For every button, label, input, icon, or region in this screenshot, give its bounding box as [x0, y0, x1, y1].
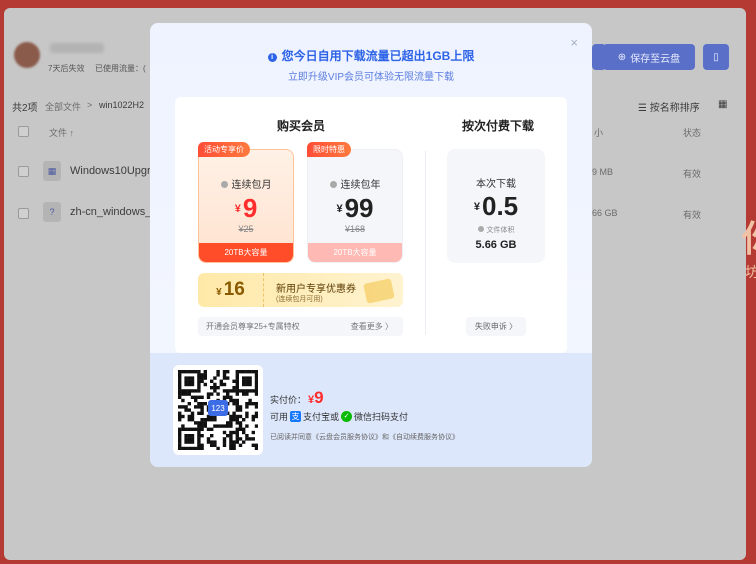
currency: ¥	[216, 287, 222, 298]
sort-button[interactable]: ☰ 按名称排序	[638, 99, 700, 114]
see-more-link[interactable]: 查看更多 〉	[351, 321, 393, 332]
currency: ¥	[473, 201, 480, 213]
ticket-icon	[363, 278, 395, 304]
per-download-label: 本次下载	[476, 179, 516, 190]
phone-icon: ▯	[713, 51, 719, 63]
plan-monthly[interactable]: 活动专享价 连续包月 ¥9 ¥25 20TB大容量	[198, 142, 294, 263]
breadcrumb-root[interactable]: 全部文件	[45, 100, 81, 113]
coupon-value: 16	[223, 279, 245, 300]
breadcrumb-current: win1022H2	[99, 100, 145, 110]
file-name[interactable]: Windows10Upgr	[70, 165, 151, 177]
row-checkbox[interactable]	[18, 166, 29, 177]
windows-icon: ▦	[43, 161, 61, 181]
file-size-value: 5.66 GB	[475, 239, 517, 251]
payment-area: 123 实付价： ¥9 可用 支 支付宝或 ✓ 微信扫码支付 已阅读并同意《云盘会…	[150, 353, 592, 467]
vip-privileges-text: 开通会员尊享25+专属特权	[206, 322, 300, 331]
price-value: 9	[242, 193, 258, 223]
size-dot-icon	[477, 226, 484, 232]
price-value: 99	[344, 193, 374, 223]
per-download-option[interactable]: 本次下载 ¥0.5 文件体积 5.66 GB	[447, 149, 545, 263]
currency: ¥	[234, 203, 241, 215]
plan-name: 连续包月	[199, 176, 293, 191]
plan-original-price: ¥25	[238, 224, 254, 234]
plan-capacity: 20TB大容量	[308, 243, 402, 262]
pay-price-value: 9	[314, 388, 324, 407]
used-traffic-text: 已使用流量：(	[95, 64, 146, 73]
new-user-coupon[interactable]: ¥16 新用户专享优惠券 (连续包月可用)	[198, 273, 403, 307]
file-size-label: 文件体积	[447, 225, 545, 235]
plan-tag: 活动专享价	[198, 142, 250, 157]
wechat-icon: ✓	[341, 411, 353, 422]
pay-methods: 可用 支 支付宝或 ✓ 微信扫码支付	[270, 410, 408, 423]
plan-name-text: 连续包年	[340, 180, 381, 191]
grid-view-icon[interactable]: ▦	[718, 99, 727, 110]
plan-yearly[interactable]: 限时特惠 连续包年 ¥99 ¥168 20TB大容量	[307, 142, 403, 263]
pay-price-label: 实付价：	[270, 395, 307, 405]
plan-name-text: 连续包月	[231, 180, 272, 191]
file-status: 有效	[683, 210, 702, 220]
plan-tag: 限时特惠	[307, 142, 351, 157]
coupon-note: (连续包月可用)	[276, 296, 323, 303]
plan-capacity: 20TB大容量	[199, 243, 293, 262]
save-button-label: 保存至云盘	[630, 53, 681, 65]
per-download-price: ¥0.5	[447, 191, 545, 222]
sort-label: 按名称排序	[649, 103, 700, 114]
file-size-label-text: 文件体积	[486, 227, 515, 234]
plan-original-price: ¥168	[344, 224, 366, 234]
file-size: 9 MB	[592, 167, 614, 177]
item-count: 共2项	[12, 103, 38, 114]
purchase-card: 购买会员 按次付费下载 活动专享价 连续包月 ¥9 ¥25 20TB大容量 限时…	[175, 97, 567, 353]
file-status: 有效	[683, 169, 702, 179]
info-icon: i	[267, 53, 277, 62]
membership-title: 购买会员	[277, 119, 326, 133]
coupon-title: 新用户专享优惠券	[276, 284, 356, 295]
qr-center-logo: 123	[211, 404, 225, 413]
phone-button[interactable]: ▯	[703, 44, 729, 70]
question-icon: ?	[43, 202, 61, 222]
plan-price: ¥99	[308, 193, 402, 224]
coupon-amount: ¥16	[198, 273, 264, 307]
per-download-title: 按次付费下载	[462, 119, 535, 133]
fail-appeal-button[interactable]: 失败申诉 〉	[466, 317, 526, 336]
plan-price: ¥9	[199, 193, 293, 224]
price-value: 0.5	[481, 191, 519, 221]
background-promo-text: 你	[742, 210, 756, 262]
warning-text: 您今日自用下载流量已超出1GB上限	[281, 49, 475, 63]
agreement-text[interactable]: 已阅读并同意《云盘会员服务协议》和《自动续费服务协议》	[270, 432, 459, 442]
qr-code-icon: 123	[178, 370, 258, 450]
save-icon: ⊕	[617, 51, 627, 63]
select-all-checkbox[interactable]	[18, 126, 29, 137]
pay-price: 实付价： ¥9	[270, 388, 324, 408]
row-checkbox[interactable]	[18, 208, 29, 219]
breadcrumb-separator: >	[87, 100, 93, 110]
background-promo-subtext: 坊	[745, 264, 756, 280]
payment-qr-code[interactable]: 123	[173, 365, 263, 455]
plan-name: 连续包年	[308, 176, 402, 191]
wechat-label: 微信扫码支付	[354, 412, 409, 422]
file-name[interactable]: zh-cn_windows_1	[70, 206, 157, 218]
pay-methods-prefix: 可用	[270, 412, 289, 422]
username-blurred	[50, 43, 104, 53]
vip-privileges-bar[interactable]: 开通会员尊享25+专属特权 查看更多 〉	[198, 317, 403, 336]
upgrade-modal: × i 您今日自用下载流量已超出1GB上限 立即升级VIP会员可体验无限流量下载 …	[150, 23, 592, 467]
currency: ¥	[336, 203, 343, 215]
save-to-cloud-button[interactable]: ⊕ 保存至云盘	[603, 44, 695, 70]
divider	[425, 151, 426, 335]
column-size[interactable]: 小	[594, 126, 603, 139]
expiry-text: 7天后失效	[48, 64, 85, 73]
file-size: 66 GB	[592, 208, 618, 218]
plan-dot-icon	[329, 181, 337, 188]
column-status: 状态	[683, 128, 702, 138]
plan-dot-icon	[220, 181, 228, 188]
alipay-icon: 支	[290, 411, 302, 422]
sort-icon: ☰	[638, 103, 650, 114]
alipay-label: 支付宝或	[303, 412, 340, 422]
traffic-warning: i 您今日自用下载流量已超出1GB上限	[150, 47, 592, 64]
avatar	[14, 42, 40, 68]
column-file[interactable]: 文件 ↑	[49, 126, 74, 139]
upgrade-subtitle: 立即升级VIP会员可体验无限流量下载	[287, 72, 455, 83]
